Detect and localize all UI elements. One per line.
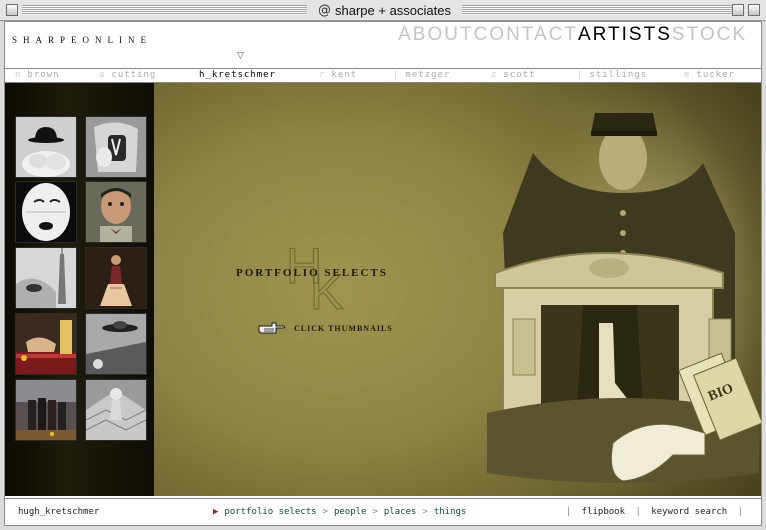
breadcrumb-places[interactable]: places bbox=[384, 507, 417, 517]
thumbnail-group-people[interactable] bbox=[15, 379, 77, 441]
artist-name: brown bbox=[27, 70, 60, 80]
zoom-window-button[interactable] bbox=[732, 4, 744, 16]
bowler-hat-thumbnail-image bbox=[16, 117, 76, 177]
click-thumbnails-hint: CLICK THUMBNAILS bbox=[258, 321, 393, 335]
cap-brim bbox=[591, 131, 657, 136]
thumbnail-panel bbox=[5, 83, 154, 496]
link-separator: | bbox=[737, 507, 743, 517]
browser-window: @ sharpe + associates SHARPEONLINE ABOUT… bbox=[0, 0, 766, 530]
window-titlebar[interactable]: @ sharpe + associates bbox=[0, 0, 766, 21]
artist-name: kent bbox=[331, 70, 358, 80]
site-header: SHARPEONLINE ABOUT CONTACT ARTISTS STOCK… bbox=[5, 22, 761, 68]
artist-name: stillings bbox=[589, 70, 648, 80]
bellhop-cap bbox=[591, 113, 657, 133]
breadcrumb-things[interactable]: things bbox=[434, 507, 467, 517]
nav-stock[interactable]: STOCK bbox=[672, 24, 747, 46]
thumbnail-man-portrait[interactable] bbox=[85, 181, 147, 243]
man-portrait-thumbnail-image bbox=[86, 182, 146, 242]
link-separator: | bbox=[565, 507, 572, 517]
flying-saucer-thumbnail-image bbox=[86, 314, 146, 374]
face-mask-thumbnail-image bbox=[16, 182, 76, 242]
artist-link-brown[interactable]: n brown bbox=[15, 70, 60, 80]
artist-link-metzger[interactable]: | metzger bbox=[393, 70, 450, 80]
nav-contact[interactable]: CONTACT bbox=[474, 24, 578, 46]
breadcrumb-separator: > bbox=[322, 507, 328, 517]
window-title: sharpe + associates bbox=[335, 2, 451, 18]
artist-name: scott bbox=[503, 70, 536, 80]
lips-tower-thumbnail-image bbox=[16, 248, 76, 308]
link-separator: | bbox=[635, 507, 641, 517]
flipbook-link[interactable]: flipbook bbox=[582, 507, 625, 517]
artist-link-scott[interactable]: z scott bbox=[491, 70, 536, 80]
portfolio-selects-heading: PORTFOLIO SELECTS bbox=[236, 267, 388, 279]
artist-name-label: hugh_kretschmer bbox=[18, 507, 100, 517]
artist-initial: n bbox=[15, 70, 22, 80]
breadcrumb-portfolio-selects[interactable]: portfolio selects bbox=[224, 507, 316, 517]
pointing-hand-icon bbox=[258, 322, 285, 334]
triangle-down-icon: ▽ bbox=[237, 51, 244, 61]
bread-hand-thumbnail-image bbox=[16, 314, 76, 374]
thumbnail-hand-sculpture[interactable] bbox=[85, 116, 147, 178]
breadcrumb-people[interactable]: people bbox=[334, 507, 367, 517]
site-brand[interactable]: SHARPEONLINE bbox=[12, 35, 152, 45]
close-window-button[interactable] bbox=[6, 4, 18, 16]
breadcrumb-separator: > bbox=[422, 507, 428, 517]
breadcrumb-separator: > bbox=[372, 507, 378, 517]
artist-name: h_kretschmer bbox=[199, 70, 277, 80]
artist-link-tucker[interactable]: e tucker bbox=[684, 70, 735, 80]
woman-dress-thumbnail-image bbox=[86, 248, 146, 308]
site-footer: hugh_kretschmer ▶ portfolio selects > pe… bbox=[5, 498, 761, 525]
at-sign-icon: @ bbox=[318, 2, 331, 18]
artist-initial: | bbox=[577, 70, 584, 80]
artist-link-stillings[interactable]: | stillings bbox=[577, 70, 647, 80]
hand-sculpture-thumbnail-image bbox=[86, 117, 146, 177]
artist-link-kent[interactable]: r kent bbox=[319, 70, 357, 80]
artist-link-h-kretschmer[interactable]: h_kretschmer bbox=[199, 70, 276, 80]
artist-name: metzger bbox=[405, 70, 451, 80]
artist-initial: a bbox=[99, 70, 106, 80]
titlebar-stripes-right bbox=[462, 5, 744, 15]
thumbnail-face-mask[interactable] bbox=[15, 181, 77, 243]
nav-about[interactable]: ABOUT bbox=[398, 24, 473, 46]
group-people-thumbnail-image bbox=[16, 380, 76, 440]
artist-link-cutting[interactable]: a cutting bbox=[99, 70, 156, 80]
web-page: SHARPEONLINE ABOUT CONTACT ARTISTS STOCK… bbox=[4, 21, 762, 526]
titlebar-stripes-left bbox=[22, 5, 307, 15]
portfolio-content: H K PORTFOLIO SELECTS CLICK THUMBNAILS B… bbox=[5, 83, 761, 496]
keyword-search-link[interactable]: keyword search bbox=[651, 507, 727, 517]
thumbnail-lips-tower[interactable] bbox=[15, 247, 77, 309]
portfolio-breadcrumb: ▶ portfolio selects > people > places > … bbox=[213, 507, 466, 517]
thumbnail-bread-hand[interactable] bbox=[15, 313, 77, 375]
artist-initial: | bbox=[393, 70, 400, 80]
quilted-figure-thumbnail-image bbox=[86, 380, 146, 440]
top-navigation: ABOUT CONTACT ARTISTS STOCK bbox=[398, 24, 747, 46]
play-arrow-icon: ▶ bbox=[213, 507, 219, 517]
collapse-window-button[interactable] bbox=[748, 4, 760, 16]
artist-name: tucker bbox=[696, 70, 735, 80]
thumbnail-bowler-hat[interactable] bbox=[15, 116, 77, 178]
theatre-ornament bbox=[589, 258, 629, 278]
artist-name: cutting bbox=[111, 70, 157, 80]
window-title-area: @ sharpe + associates bbox=[309, 1, 460, 19]
nav-artists[interactable]: ARTISTS bbox=[578, 24, 672, 46]
artist-initial: z bbox=[491, 70, 498, 80]
bellhop-photo: BIO bbox=[487, 83, 761, 496]
artist-initial: e bbox=[684, 70, 691, 80]
click-thumbnails-text: CLICK THUMBNAILS bbox=[294, 323, 393, 333]
thumbnail-woman-dress[interactable] bbox=[85, 247, 147, 309]
artist-initial: r bbox=[319, 70, 326, 80]
footer-links: | flipbook | keyword search | bbox=[561, 507, 748, 517]
thumbnail-flying-saucer[interactable] bbox=[85, 313, 147, 375]
thumbnail-quilted-figure[interactable] bbox=[85, 379, 147, 441]
artist-navigation: n brown a cutting h_kretschmer r kent | metz… bbox=[5, 68, 761, 83]
